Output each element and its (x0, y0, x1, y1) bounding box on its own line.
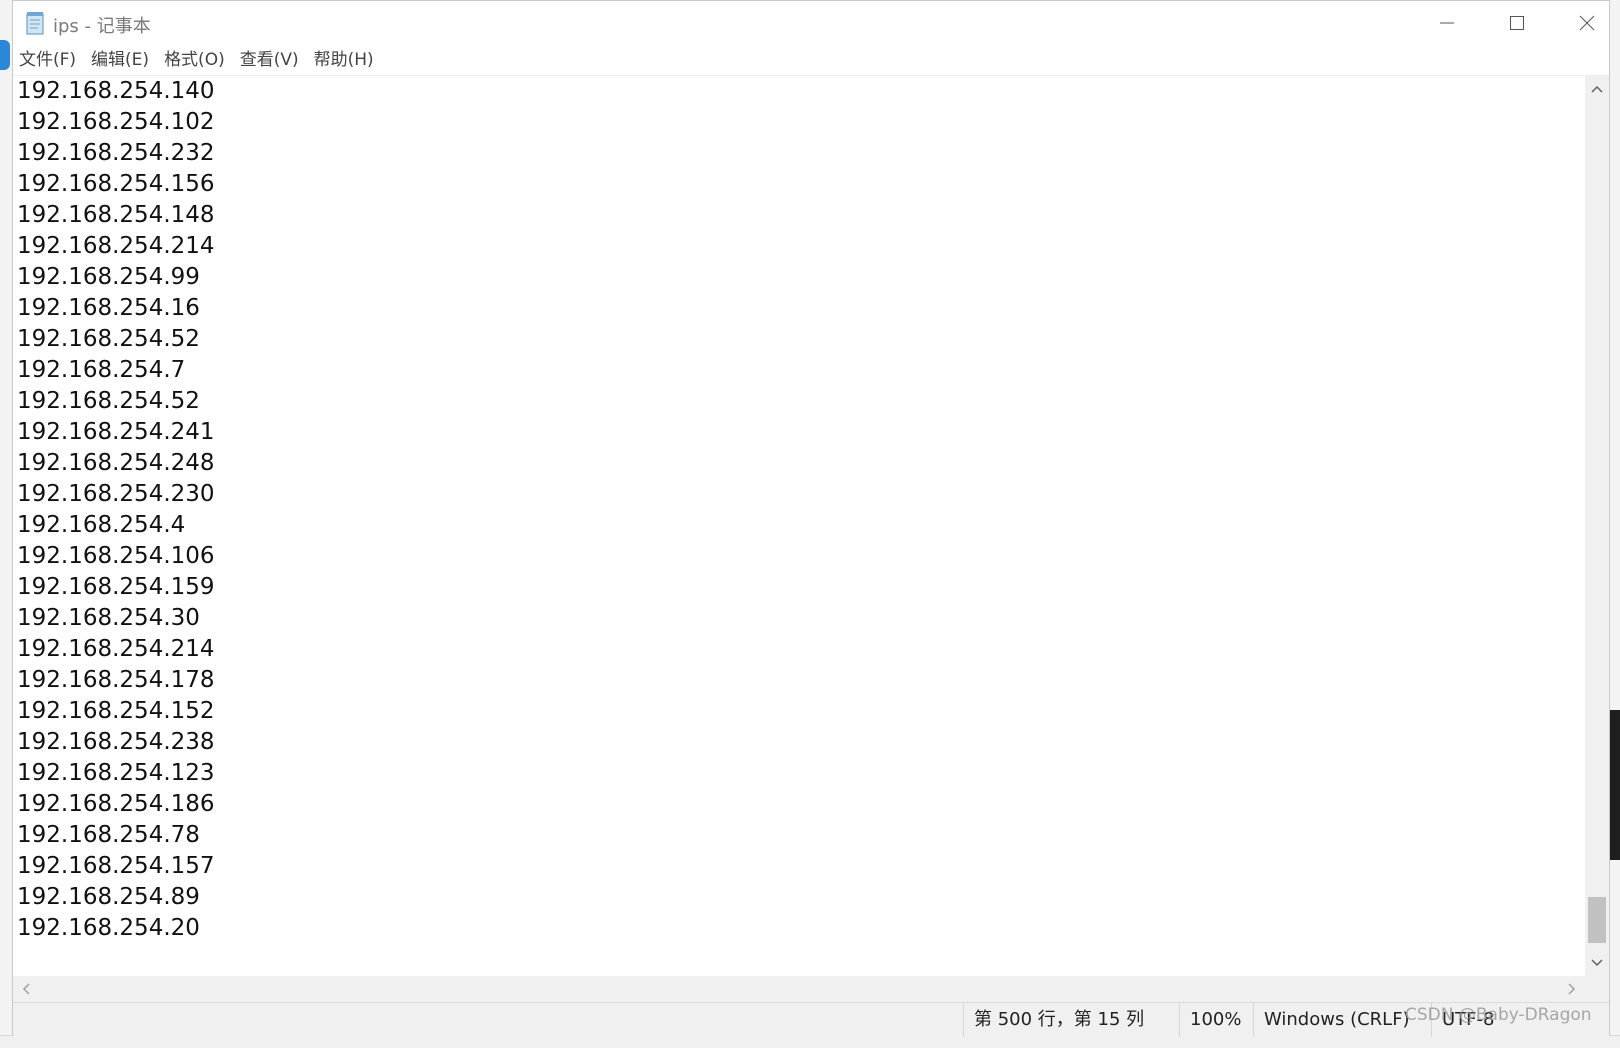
title-bar[interactable]: ips - 记事本 (13, 1, 1609, 45)
background-terminal (1610, 710, 1620, 860)
minimize-icon (1440, 22, 1454, 24)
vertical-scrollbar[interactable] (1585, 76, 1609, 976)
text-lines: 192.168.254.140 192.168.254.102 192.168.… (17, 76, 215, 944)
scrollbar-corner (1585, 976, 1609, 1002)
menu-format[interactable]: 格式(O) (157, 45, 232, 75)
chevron-down-icon (1591, 959, 1603, 967)
text-line[interactable]: 192.168.254.16 (17, 293, 215, 324)
text-line[interactable]: 192.168.254.52 (17, 324, 215, 355)
scroll-left-button[interactable] (15, 976, 37, 1002)
text-line[interactable]: 192.168.254.89 (17, 882, 215, 913)
scroll-right-button[interactable] (1561, 976, 1583, 1002)
text-line[interactable]: 192.168.254.241 (17, 417, 215, 448)
text-line[interactable]: 192.168.254.106 (17, 541, 215, 572)
text-editor[interactable]: 192.168.254.140 192.168.254.102 192.168.… (13, 76, 1585, 976)
cursor-position: 第 500 行，第 15 列 (963, 1003, 1179, 1037)
vertical-scroll-thumb[interactable] (1588, 897, 1606, 943)
minimize-button[interactable] (1413, 1, 1481, 45)
text-line[interactable]: 192.168.254.7 (17, 355, 215, 386)
text-line[interactable]: 192.168.254.186 (17, 789, 215, 820)
watermark: CSDN @Baby-DRagon (1405, 1005, 1592, 1025)
menu-help[interactable]: 帮助(H) (307, 45, 381, 75)
notepad-window: ips - 记事本 文件(F) 编辑(E) 格式(O) 查看(V) 帮助(H) … (12, 0, 1610, 1037)
close-button[interactable] (1553, 1, 1620, 45)
text-line[interactable]: 192.168.254.20 (17, 913, 215, 944)
text-line[interactable]: 192.168.254.123 (17, 758, 215, 789)
background-window-left (0, 0, 12, 1047)
text-line[interactable]: 192.168.254.248 (17, 448, 215, 479)
background-accent (0, 40, 10, 70)
menu-bar: 文件(F) 编辑(E) 格式(O) 查看(V) 帮助(H) (13, 45, 1609, 76)
text-line[interactable]: 192.168.254.238 (17, 727, 215, 758)
chevron-up-icon (1591, 85, 1603, 93)
chevron-left-icon (22, 983, 30, 995)
zoom-level: 100% (1179, 1003, 1253, 1037)
horizontal-scrollbar[interactable] (13, 976, 1585, 1002)
menu-edit[interactable]: 编辑(E) (84, 45, 156, 75)
close-icon (1579, 15, 1595, 31)
text-line[interactable]: 192.168.254.140 (17, 76, 215, 107)
text-line[interactable]: 192.168.254.102 (17, 107, 215, 138)
text-line[interactable]: 192.168.254.214 (17, 634, 215, 665)
text-line[interactable]: 192.168.254.30 (17, 603, 215, 634)
text-line[interactable]: 192.168.254.214 (17, 231, 215, 262)
text-line[interactable]: 192.168.254.152 (17, 696, 215, 727)
text-line[interactable]: 192.168.254.159 (17, 572, 215, 603)
menu-view[interactable]: 查看(V) (233, 45, 306, 75)
maximize-button[interactable] (1483, 1, 1551, 45)
notepad-icon (25, 11, 45, 35)
scroll-up-button[interactable] (1585, 78, 1609, 100)
text-line[interactable]: 192.168.254.232 (17, 138, 215, 169)
status-bar: 第 500 行，第 15 列 100% Windows (CRLF) UTF-8 (13, 1002, 1609, 1037)
text-line[interactable]: 192.168.254.157 (17, 851, 215, 882)
text-line[interactable]: 192.168.254.4 (17, 510, 215, 541)
background-window-right (1610, 0, 1620, 1047)
maximize-icon (1510, 16, 1524, 30)
text-line[interactable]: 192.168.254.230 (17, 479, 215, 510)
text-line[interactable]: 192.168.254.148 (17, 200, 215, 231)
text-line[interactable]: 192.168.254.52 (17, 386, 215, 417)
scroll-down-button[interactable] (1585, 952, 1609, 974)
chevron-right-icon (1568, 983, 1576, 995)
text-line[interactable]: 192.168.254.99 (17, 262, 215, 293)
text-line[interactable]: 192.168.254.156 (17, 169, 215, 200)
text-line[interactable]: 192.168.254.178 (17, 665, 215, 696)
menu-file[interactable]: 文件(F) (13, 45, 83, 75)
window-title: ips - 记事本 (53, 16, 151, 37)
text-line[interactable]: 192.168.254.78 (17, 820, 215, 851)
